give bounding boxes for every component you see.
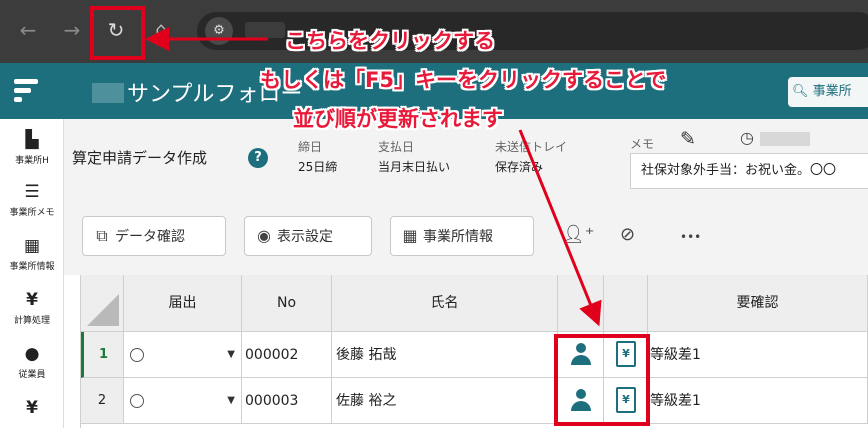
col-header-name[interactable]: 氏名: [332, 275, 558, 332]
select-all-corner-icon[interactable]: [81, 276, 123, 331]
employee-name: 後藤 拓哉: [332, 332, 558, 378]
sidebar-item-payslip[interactable]: ¥: [0, 397, 64, 419]
company-name-blurred: [92, 83, 124, 103]
col-header-notify[interactable]: 届出: [124, 275, 242, 332]
sidebar-item-calculation[interactable]: ¥ 計算処理: [0, 289, 64, 326]
sidebar-item-label: 計算処理: [13, 316, 50, 326]
check-value: 等級差1: [648, 378, 868, 424]
data-check-button[interactable]: ⧉ データ確認: [82, 216, 226, 256]
help-icon[interactable]: ?: [248, 148, 268, 168]
payday-label: 支払日: [378, 140, 415, 154]
icons-highlight-box: [554, 334, 650, 426]
memo-list-icon: ☰: [24, 182, 40, 202]
closing-day-value: 25日締: [298, 160, 338, 174]
open-external-icon: ⧉: [96, 226, 108, 245]
row-radio[interactable]: [130, 394, 144, 408]
col-header-check[interactable]: 要確認: [648, 275, 868, 332]
col-header-no[interactable]: No: [242, 275, 332, 332]
reload-highlight-box: [90, 6, 145, 60]
office-search-input[interactable]: 🔍︎ 事業所: [788, 77, 868, 107]
forward-icon[interactable]: →: [56, 14, 88, 46]
sidebar-item-label: 従業員: [18, 370, 46, 380]
address-text-blurred: [245, 22, 285, 38]
closing-day-label: 締日: [298, 140, 323, 154]
employee-no: 000002: [242, 332, 332, 378]
payday-value: 当月末日払い: [378, 160, 451, 174]
memo-label: メモ: [630, 137, 655, 151]
notify-select[interactable]: ▼: [124, 332, 242, 378]
home-icon[interactable]: ⌂: [145, 14, 177, 46]
chevron-down-icon: ▼: [227, 349, 235, 360]
annotation-line-3: 並び順が更新されます: [293, 107, 503, 131]
yen-doc-icon: ¥: [26, 398, 38, 418]
search-placeholder: 事業所: [812, 84, 852, 99]
history-text-blurred: [760, 132, 810, 146]
table-row[interactable]: 1 ▼ 000002 後藤 拓哉 ¥ 等級差1: [81, 332, 868, 378]
col-header-person[interactable]: [558, 275, 604, 332]
screenshot: ← → ↻ ⌂ ⚙ サンプルフォロー 🔍︎ 事業所 ▙ 事業所H ☰ 事業所メモ…: [0, 0, 868, 428]
calc-file-icon: ¥: [26, 290, 38, 310]
more-icon[interactable]: •••: [680, 230, 701, 244]
app-logo-icon[interactable]: [14, 79, 42, 105]
employee-no: 000003: [242, 378, 332, 424]
building-icon: ▦: [402, 226, 418, 245]
eye-icon: ◉: [257, 226, 271, 245]
annotation-line-1: こちらをクリックする: [285, 29, 495, 53]
display-settings-label: 表示設定: [277, 229, 333, 245]
sidebar: ▙ 事業所H ☰ 事業所メモ ▦ 事業所情報 ¥ 計算処理 ● 従業員 ¥: [0, 119, 64, 428]
search-icon: 🔍︎: [792, 84, 809, 99]
row-number: 2: [81, 378, 124, 424]
sidebar-item-office-memo[interactable]: ☰ 事業所メモ: [0, 181, 64, 218]
site-info-icon[interactable]: ⚙: [205, 17, 233, 45]
display-settings-button[interactable]: ◉ 表示設定: [244, 216, 372, 256]
office-info-label: 事業所情報: [423, 229, 493, 245]
data-check-label: データ確認: [115, 229, 185, 245]
check-value: 等級差1: [648, 332, 868, 378]
add-person-icon[interactable]: 👤︎⁺: [562, 224, 594, 245]
row-radio[interactable]: [130, 348, 144, 362]
sidebar-item-office-home[interactable]: ▙ 事業所H: [0, 129, 64, 166]
annotation-line-2: もしくは「F5」キーをクリックすることで: [260, 68, 667, 92]
person-icon: ●: [24, 344, 40, 364]
office-home-icon: ▙: [25, 130, 39, 150]
page-title: 算定申請データ作成: [72, 149, 208, 167]
sidebar-item-label: 事業所情報: [9, 262, 55, 272]
back-icon[interactable]: ←: [12, 14, 44, 46]
remove-person-icon[interactable]: ⊘: [620, 224, 635, 245]
history-icon[interactable]: ◷: [740, 128, 754, 147]
row-number: 1: [81, 332, 124, 378]
sidebar-item-label: 事業所メモ: [9, 208, 55, 218]
table-row[interactable]: 2 ▼ 000003 佐藤 裕之 ¥ 等級差1: [81, 378, 868, 424]
sidebar-item-label: 事業所H: [15, 156, 49, 166]
outbox-value: 保存済み: [495, 160, 544, 174]
sidebar-item-office-info[interactable]: ▦ 事業所情報: [0, 235, 64, 272]
building-icon: ▦: [23, 236, 41, 256]
chevron-down-icon: ▼: [227, 395, 235, 406]
memo-field[interactable]: 社保対象外手当：お祝い金。〇〇: [630, 153, 868, 189]
office-info-button[interactable]: ▦ 事業所情報: [390, 216, 534, 256]
employee-name: 佐藤 裕之: [332, 378, 558, 424]
col-header-calc[interactable]: [604, 275, 648, 332]
pencil-icon[interactable]: ✎: [680, 128, 696, 150]
notify-select[interactable]: ▼: [124, 378, 242, 424]
sidebar-item-employees[interactable]: ● 従業員: [0, 343, 64, 380]
outbox-label: 未送信トレイ: [495, 140, 568, 154]
